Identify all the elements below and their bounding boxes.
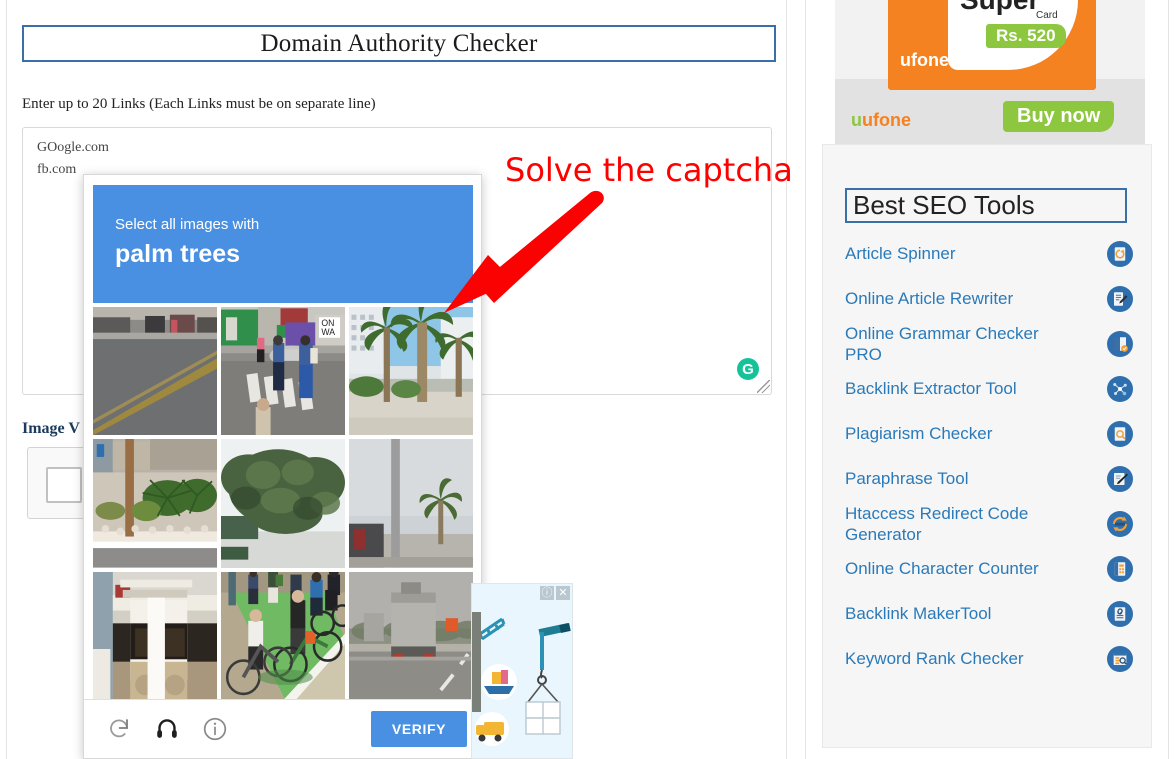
sidebar-item-article-spinner[interactable]: Article Spinner xyxy=(845,231,1133,276)
page-title: Domain Authority Checker xyxy=(260,29,538,57)
article-rewriter-icon xyxy=(1107,285,1133,312)
headphones-icon[interactable] xyxy=(152,714,182,744)
captcha-prompt-header: Select all images with palm trees xyxy=(93,185,473,303)
right-rail: Super Super Card Rs. 520 ufone uufone Bu… xyxy=(806,0,1168,759)
sidebar-item-online-grammar-checker-pro[interactable]: Online Grammar Checker PRO xyxy=(845,321,1133,366)
sidebar-item-label: Paraphrase Tool xyxy=(845,469,969,488)
info-icon[interactable] xyxy=(200,714,230,744)
sidebar-item-label: Backlink MakerTool xyxy=(845,604,992,623)
sidebar-item-label: Online Character Counter xyxy=(845,559,1039,578)
top-ad[interactable]: Super Super Card Rs. 520 ufone uufone Bu… xyxy=(835,0,1145,144)
captcha-tile-5[interactable] xyxy=(221,439,345,568)
seo-tools-list: Article Spinner Online Article Rewriter … xyxy=(845,231,1133,681)
plagiarism-checker-icon xyxy=(1107,420,1133,447)
page-title-box: Domain Authority Checker xyxy=(22,25,776,62)
ad-controls: ⓘ ✕ xyxy=(540,586,570,600)
verify-button[interactable]: VERIFY xyxy=(371,711,467,747)
grammarly-icon[interactable]: G xyxy=(737,358,759,380)
card-product-name: Super xyxy=(960,0,1039,16)
grammar-checker-icon xyxy=(1107,330,1133,357)
sidebar-item-paraphrase-tool[interactable]: Paraphrase Tool xyxy=(845,456,1133,501)
seo-tools-heading: Best SEO Tools xyxy=(853,190,1035,220)
seo-tools-panel: Best SEO Tools Article Spinner Online Ar… xyxy=(822,144,1152,748)
seo-tools-heading-box: Best SEO Tools xyxy=(845,188,1127,223)
column-rule-content-right xyxy=(786,0,787,759)
captcha-tile-1[interactable] xyxy=(93,307,217,436)
captcha-prompt-line1: Select all images with xyxy=(115,216,260,233)
card-brand: ufone xyxy=(900,50,949,70)
sidebar-item-label: Plagiarism Checker xyxy=(845,424,993,443)
svg-text:WA: WA xyxy=(321,327,335,337)
textarea-resize-handle[interactable] xyxy=(757,380,770,393)
sidebar-item-label: Htaccess Redirect Code Generator xyxy=(845,503,1029,544)
captcha-tile-4[interactable] xyxy=(93,439,217,568)
annotation-arrow xyxy=(444,190,604,313)
image-verification-label: Image V xyxy=(22,420,80,437)
captcha-tile-2[interactable]: ON WA xyxy=(221,307,345,436)
captcha-footer: VERIFY xyxy=(84,699,481,758)
captcha-prompt-line2: palm trees xyxy=(115,240,241,268)
recaptcha-checkbox[interactable] xyxy=(46,467,82,503)
annotation-text: Solve the captcha xyxy=(505,151,793,189)
bottom-ad[interactable]: ⓘ ✕ xyxy=(471,583,573,759)
buy-now-button[interactable]: Buy now xyxy=(1003,101,1115,132)
paraphrase-tool-icon xyxy=(1107,465,1133,492)
close-icon[interactable]: ✕ xyxy=(556,586,570,600)
backlink-extractor-icon xyxy=(1107,375,1133,402)
captcha-tile-3[interactable] xyxy=(349,307,473,436)
reload-icon[interactable] xyxy=(104,714,134,744)
sidebar-item-plagiarism-checker[interactable]: Plagiarism Checker xyxy=(845,411,1133,456)
main-content: Domain Authority Checker Enter up to 20 … xyxy=(7,0,793,759)
ad-brand-logo: uufone xyxy=(851,110,911,130)
captcha-tile-9[interactable] xyxy=(349,571,473,700)
adchoices-icon[interactable]: ⓘ xyxy=(540,586,554,600)
sidebar-item-keyword-rank-checker[interactable]: Keyword Rank Checker xyxy=(845,636,1133,681)
page-root: Domain Authority Checker Enter up to 20 … xyxy=(0,0,1176,759)
sidebar-item-backlink-extractor-tool[interactable]: Backlink Extractor Tool xyxy=(845,366,1133,411)
character-counter-icon xyxy=(1107,555,1133,582)
card-price-badge: Rs. 520 xyxy=(986,24,1066,48)
htaccess-redirect-icon xyxy=(1107,510,1133,537)
card-product-sub: Card xyxy=(1036,10,1058,21)
sidebar-item-label: Article Spinner xyxy=(845,244,956,263)
sidebar-item-label: Backlink Extractor Tool xyxy=(845,379,1017,398)
captcha-image-grid: ON WA xyxy=(93,307,473,700)
sidebar-item-online-character-counter[interactable]: Online Character Counter xyxy=(845,546,1133,591)
sidebar-item-backlink-makertool[interactable]: Backlink MakerTool xyxy=(845,591,1133,636)
captcha-tile-6[interactable] xyxy=(349,439,473,568)
sidebar-item-online-article-rewriter[interactable]: Online Article Rewriter xyxy=(845,276,1133,321)
sidebar-item-label: Keyword Rank Checker xyxy=(845,649,1024,668)
ufone-card-graphic: Super Super Card Rs. 520 ufone xyxy=(888,0,1096,90)
column-rule-right xyxy=(1168,0,1169,759)
article-spinner-icon xyxy=(1107,240,1133,267)
captcha-tile-7[interactable] xyxy=(93,571,217,700)
keyword-rank-icon xyxy=(1107,645,1133,672)
links-hint-label: Enter up to 20 Links (Each Links must be… xyxy=(22,96,376,112)
backlink-maker-icon xyxy=(1107,600,1133,627)
sidebar-item-label: Online Article Rewriter xyxy=(845,289,1014,308)
sidebar-item-htaccess-redirect-code-generator[interactable]: Htaccess Redirect Code Generator xyxy=(845,501,1133,546)
sidebar-item-label: Online Grammar Checker PRO xyxy=(845,323,1039,364)
bottom-ad-illustration xyxy=(472,584,572,758)
captcha-tile-8[interactable] xyxy=(221,571,345,700)
